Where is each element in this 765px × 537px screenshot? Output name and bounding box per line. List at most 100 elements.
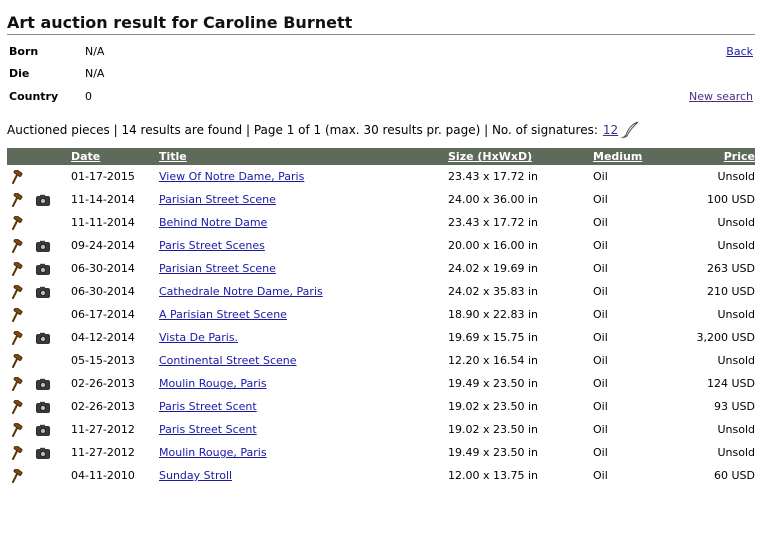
camera-icon[interactable] <box>36 424 50 436</box>
row-size: 24.02 x 19.69 in <box>448 262 539 275</box>
row-icons <box>7 211 71 234</box>
camera-icon[interactable] <box>36 401 50 413</box>
table-row: 11-27-2012 Moulin Rouge, Paris 19.49 x 23.… <box>7 441 755 464</box>
camera-icon[interactable] <box>36 447 50 459</box>
row-icons <box>7 303 71 326</box>
gavel-icon[interactable] <box>11 215 25 230</box>
row-title-cell: View Of Notre Dame, Paris <box>159 165 448 188</box>
header-icons <box>7 148 71 165</box>
sort-date-link[interactable]: Date <box>71 148 159 165</box>
table-row: 11-14-2014 Parisian Street Scene 24.00 x 3… <box>7 188 755 211</box>
gavel-icon[interactable] <box>11 169 25 184</box>
camera-icon[interactable] <box>36 286 50 298</box>
row-medium: Oil <box>593 170 608 183</box>
row-medium: Oil <box>593 193 608 206</box>
row-title-cell: Paris Street Scent <box>159 418 448 441</box>
row-size: 19.02 x 23.50 in <box>448 423 539 436</box>
row-date: 02-26-2013 <box>71 377 135 390</box>
gavel-icon[interactable] <box>11 192 25 207</box>
row-title-link[interactable]: Paris Street Scenes <box>159 239 265 252</box>
gavel-icon[interactable] <box>11 284 25 299</box>
row-title-link[interactable]: Moulin Rouge, Paris <box>159 377 267 390</box>
row-title-cell: Parisian Street Scene <box>159 257 448 280</box>
row-price: Unsold <box>717 308 755 321</box>
country-value: 0 <box>85 90 92 103</box>
row-title-cell: Cathedrale Notre Dame, Paris <box>159 280 448 303</box>
gavel-icon[interactable] <box>11 307 25 322</box>
row-title-cell: A Parisian Street Scene <box>159 303 448 326</box>
table-row: 01-17-2015 View Of Notre Dame, Paris 23.43… <box>7 165 755 188</box>
row-medium: Oil <box>593 216 608 229</box>
camera-icon[interactable] <box>36 332 50 344</box>
row-size: 24.02 x 35.83 in <box>448 285 539 298</box>
row-medium: Oil <box>593 446 608 459</box>
row-icons <box>7 372 71 395</box>
new-search-link[interactable]: New search <box>689 90 753 103</box>
row-date: 06-30-2014 <box>71 262 135 275</box>
row-medium: Oil <box>593 423 608 436</box>
gavel-icon[interactable] <box>11 353 25 368</box>
page: Art auction result for Caroline Burnett … <box>0 0 765 537</box>
row-title-link[interactable]: View Of Notre Dame, Paris <box>159 170 304 183</box>
quill-pen-icon[interactable] <box>620 121 640 139</box>
row-title-cell: Behind Notre Dame <box>159 211 448 234</box>
sort-medium-link[interactable]: Medium <box>593 148 688 165</box>
row-medium: Oil <box>593 308 608 321</box>
row-price: 3,200 USD <box>696 331 756 344</box>
row-title-link[interactable]: Sunday Stroll <box>159 469 232 482</box>
row-icons <box>7 280 71 303</box>
row-icons <box>7 188 71 211</box>
camera-icon[interactable] <box>36 240 50 252</box>
table-row: 11-11-2014 Behind Notre Dame 23.43 x 17.72… <box>7 211 755 234</box>
row-title-link[interactable]: Parisian Street Scene <box>159 262 276 275</box>
row-title-link[interactable]: Paris Street Scent <box>159 423 257 436</box>
row-title-link[interactable]: Continental Street Scene <box>159 354 297 367</box>
table-row: 06-30-2014 Parisian Street Scene 24.02 x 1… <box>7 257 755 280</box>
row-medium: Oil <box>593 469 608 482</box>
row-medium: Oil <box>593 262 608 275</box>
row-price: 263 USD <box>707 262 755 275</box>
gavel-icon[interactable] <box>11 399 25 414</box>
gavel-icon[interactable] <box>11 330 25 345</box>
row-title-cell: Parisian Street Scene <box>159 188 448 211</box>
row-icons <box>7 257 71 280</box>
row-size: 23.43 x 17.72 in <box>448 216 539 229</box>
table-row: 11-27-2012 Paris Street Scent 19.02 x 23.5… <box>7 418 755 441</box>
row-title-cell: Continental Street Scene <box>159 349 448 372</box>
row-price: Unsold <box>717 354 755 367</box>
sort-size-link[interactable]: Size (HxWxD) <box>448 148 593 165</box>
signatures-count-link[interactable]: 12 <box>603 123 618 137</box>
gavel-icon[interactable] <box>11 238 25 253</box>
row-title-link[interactable]: Moulin Rouge, Paris <box>159 446 267 459</box>
row-icons <box>7 349 71 372</box>
summary-text: Auctioned pieces | 14 results are found … <box>7 123 598 137</box>
row-price: 93 USD <box>714 400 755 413</box>
camera-icon[interactable] <box>36 378 50 390</box>
row-title-link[interactable]: Cathedrale Notre Dame, Paris <box>159 285 323 298</box>
row-price: 124 USD <box>707 377 755 390</box>
row-title-cell: Paris Street Scenes <box>159 234 448 257</box>
row-title-cell: Moulin Rouge, Paris <box>159 441 448 464</box>
row-size: 12.00 x 13.75 in <box>448 469 539 482</box>
sort-title-link[interactable]: Title <box>159 148 448 165</box>
camera-icon[interactable] <box>36 194 50 206</box>
row-title-link[interactable]: A Parisian Street Scene <box>159 308 287 321</box>
row-title-cell: Moulin Rouge, Paris <box>159 372 448 395</box>
row-medium: Oil <box>593 377 608 390</box>
gavel-icon[interactable] <box>11 376 25 391</box>
row-price: 210 USD <box>707 285 755 298</box>
gavel-icon[interactable] <box>11 445 25 460</box>
gavel-icon[interactable] <box>11 468 25 483</box>
row-title-link[interactable]: Parisian Street Scene <box>159 193 276 206</box>
gavel-icon[interactable] <box>11 422 25 437</box>
country-label: Country <box>9 90 59 103</box>
camera-icon[interactable] <box>36 263 50 275</box>
sort-price-link[interactable]: Price <box>688 148 755 165</box>
row-title-link[interactable]: Vista De Paris. <box>159 331 238 344</box>
gavel-icon[interactable] <box>11 261 25 276</box>
back-link[interactable]: Back <box>726 45 753 58</box>
born-label: Born <box>9 45 39 58</box>
table-row: 04-11-2010 Sunday Stroll 12.00 x 13.75 in O… <box>7 464 755 487</box>
row-title-link[interactable]: Behind Notre Dame <box>159 216 267 229</box>
row-title-link[interactable]: Paris Street Scent <box>159 400 257 413</box>
